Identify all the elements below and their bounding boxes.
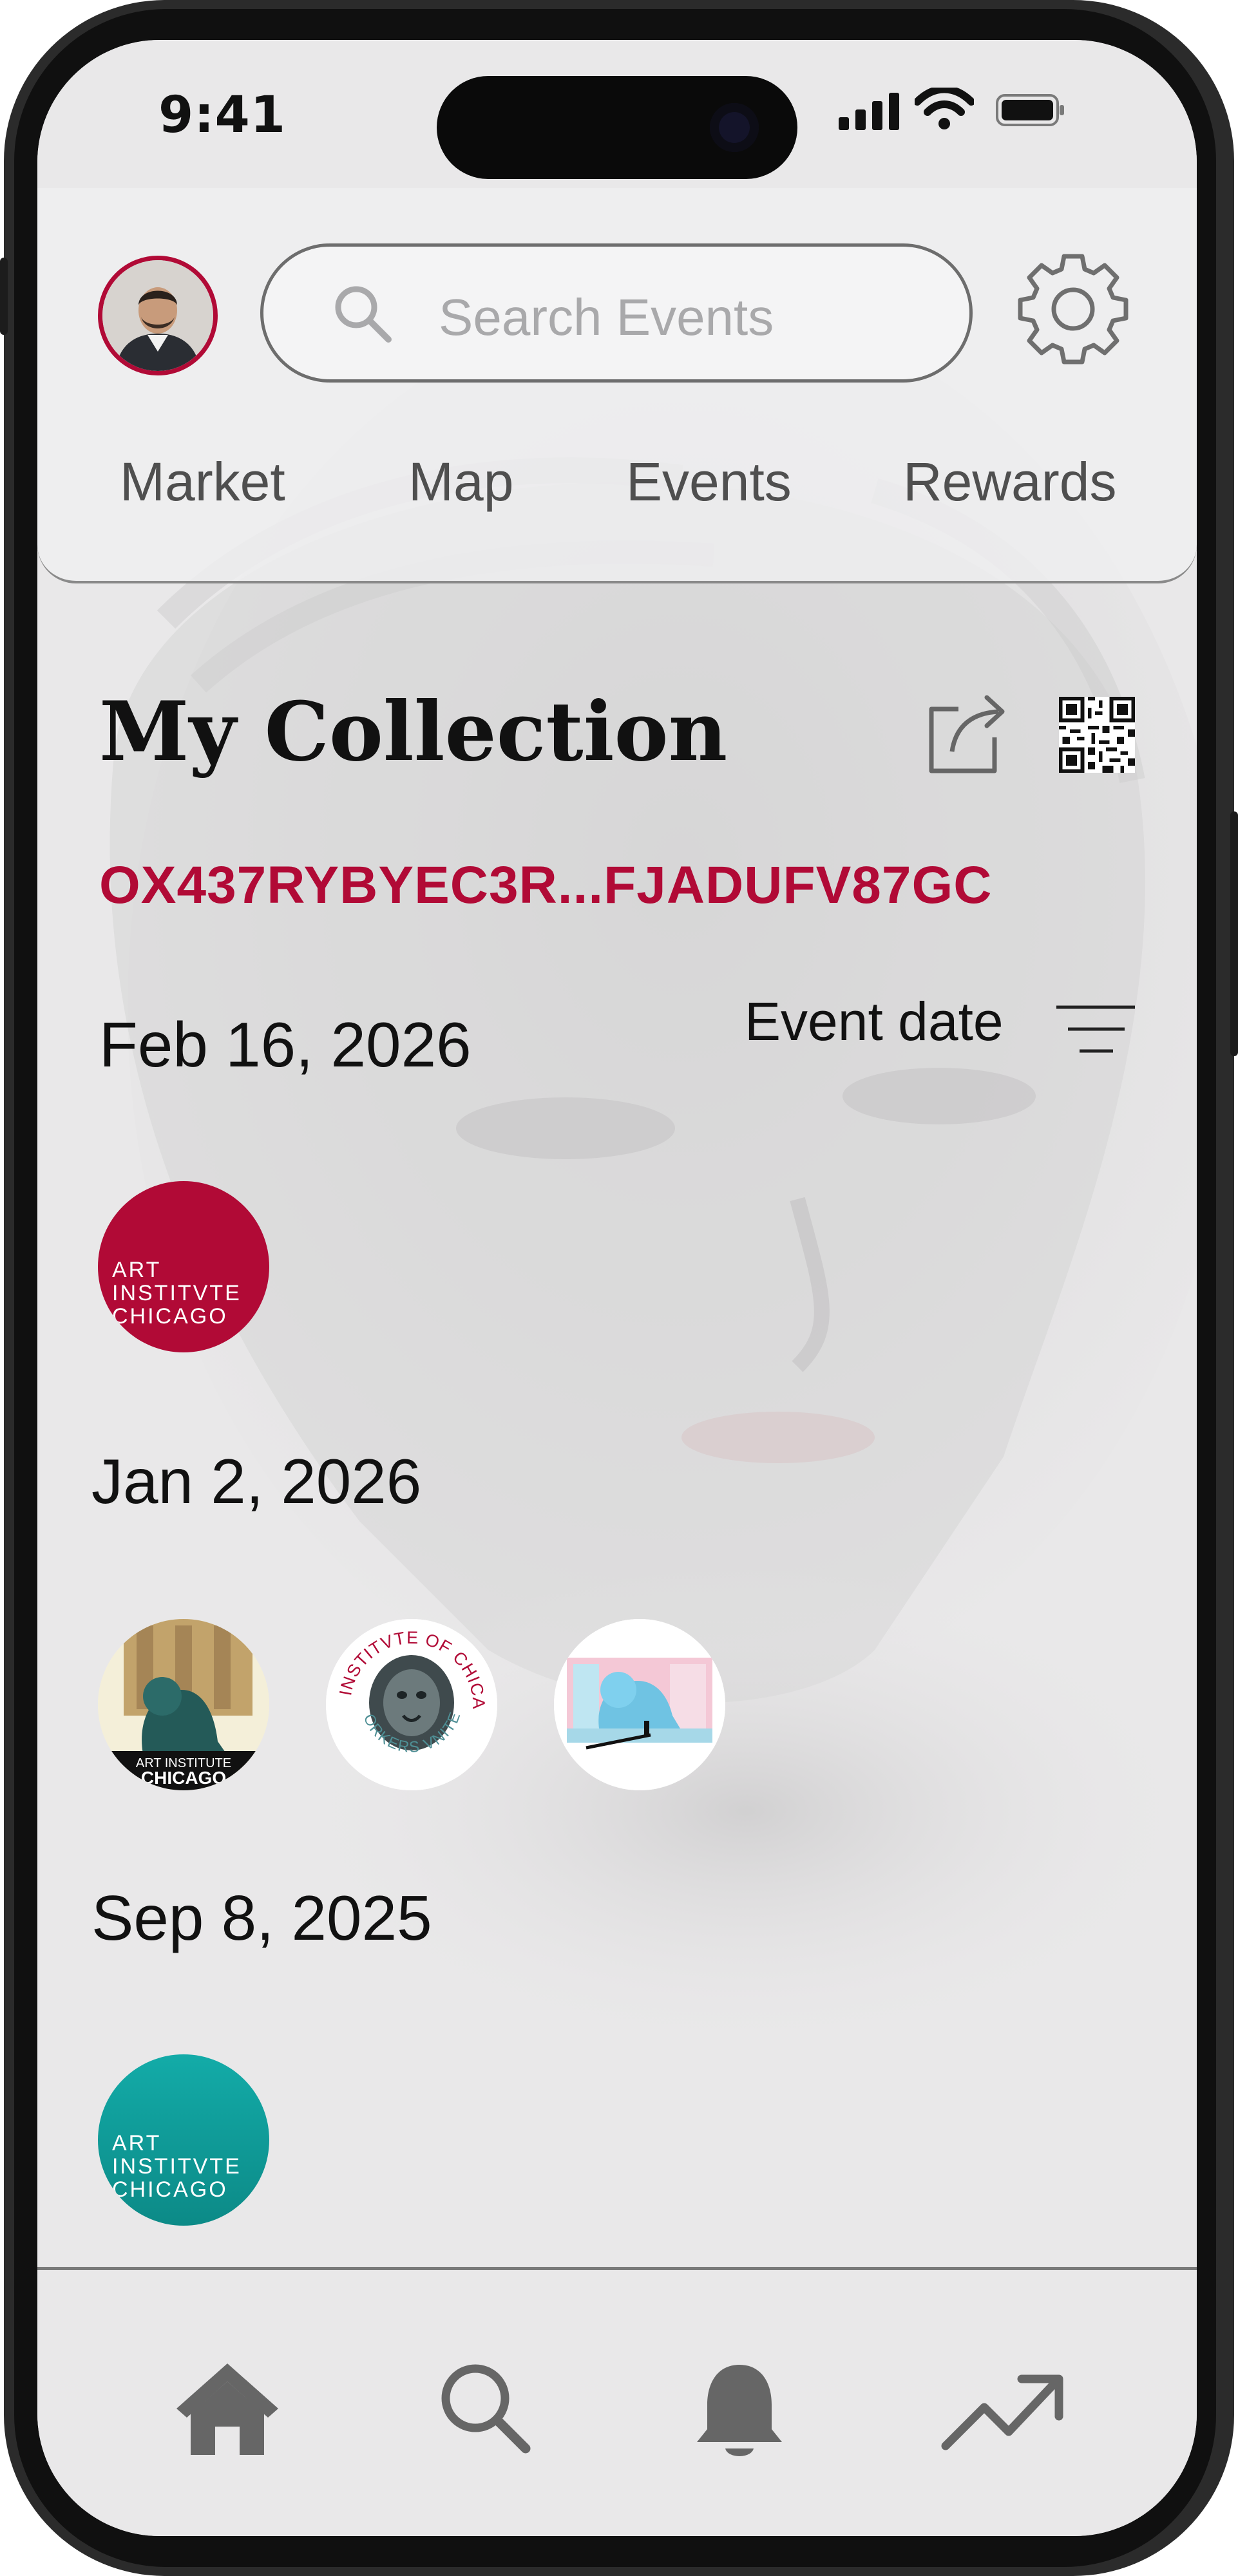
collectible-badge[interactable]: ART INSTITUTE CHICAGO [98, 1619, 269, 1790]
blue-lion-illustration-icon [554, 1619, 725, 1790]
wifi-icon [915, 88, 974, 129]
trending-up-icon[interactable] [939, 2371, 1068, 2455]
badge-text-line: CHICAGO [112, 1304, 228, 1329]
share-icon[interactable] [922, 687, 1013, 777]
tab-rewards[interactable]: Rewards [903, 451, 1116, 513]
collectible-badge[interactable] [554, 1619, 725, 1790]
side-button [1230, 811, 1238, 1056]
search-icon[interactable] [437, 2360, 533, 2456]
group-date: Jan 2, 2026 [91, 1446, 422, 1517]
collectible-badge[interactable]: ART INSTITVTE OF CHICAGO WORKERS VNITED [326, 1619, 497, 1790]
badge-caption: CHICAGO [141, 1768, 226, 1788]
tab-map[interactable]: Map [408, 451, 513, 513]
badge-text-line: ART [112, 1258, 162, 1282]
badge-text-line: ART [112, 2131, 162, 2155]
search-placeholder: Search Events [439, 289, 774, 346]
sort-filter-icon[interactable] [1055, 1003, 1136, 1055]
dynamic-island [437, 76, 797, 179]
status-time: 9:41 [158, 86, 287, 144]
battery-icon [996, 94, 1064, 126]
collectible-badge[interactable]: ART INSTITVTE CHICAGO [98, 2054, 269, 2226]
page-title: My Collection [99, 684, 728, 779]
group-date: Feb 16, 2026 [99, 1009, 471, 1080]
lion-statue-photo-icon: ART INSTITUTE CHICAGO [98, 1619, 269, 1790]
cellular-signal-icon [839, 93, 899, 130]
side-button [0, 258, 8, 335]
badge-text-line: INSTITVTE [112, 2154, 242, 2179]
search-bar[interactable]: Search Events [260, 243, 973, 383]
status-bar: 9:41 [37, 40, 1197, 188]
bottom-nav-divider [37, 2267, 1197, 2270]
tab-market[interactable]: Market [120, 451, 285, 513]
settings-gear-icon[interactable] [1015, 251, 1131, 367]
badge-text-line: CHICAGO [112, 2177, 228, 2202]
group-date: Sep 8, 2025 [91, 1882, 432, 1953]
bell-icon[interactable] [694, 2360, 785, 2463]
wallet-address[interactable]: OX437RYBYEC3R...FJADUFV87GC [99, 855, 993, 916]
avatar-portrait-icon [102, 260, 213, 371]
search-icon [335, 286, 392, 343]
sort-label[interactable]: Event date [745, 990, 1004, 1053]
phone-device: 9:41 Search Events Market Map Events Rew… [0, 0, 1238, 2576]
app-screen: 9:41 Search Events Market Map Events Rew… [37, 40, 1197, 2536]
tab-events[interactable]: Events [626, 451, 792, 513]
workers-united-lion-icon: ART INSTITVTE OF CHICAGO WORKERS VNITED [326, 1619, 497, 1790]
collectible-badge[interactable]: ART INSTITVTE CHICAGO [98, 1181, 269, 1352]
top-header: Search Events Market Map Events Rewards [37, 188, 1197, 583]
qr-code-icon[interactable] [1059, 697, 1135, 773]
user-avatar[interactable] [98, 256, 218, 375]
badge-text-line: INSTITVTE [112, 1281, 242, 1305]
home-icon[interactable] [173, 2360, 282, 2456]
top-tabs: Market Map Events Rewards [37, 451, 1197, 528]
